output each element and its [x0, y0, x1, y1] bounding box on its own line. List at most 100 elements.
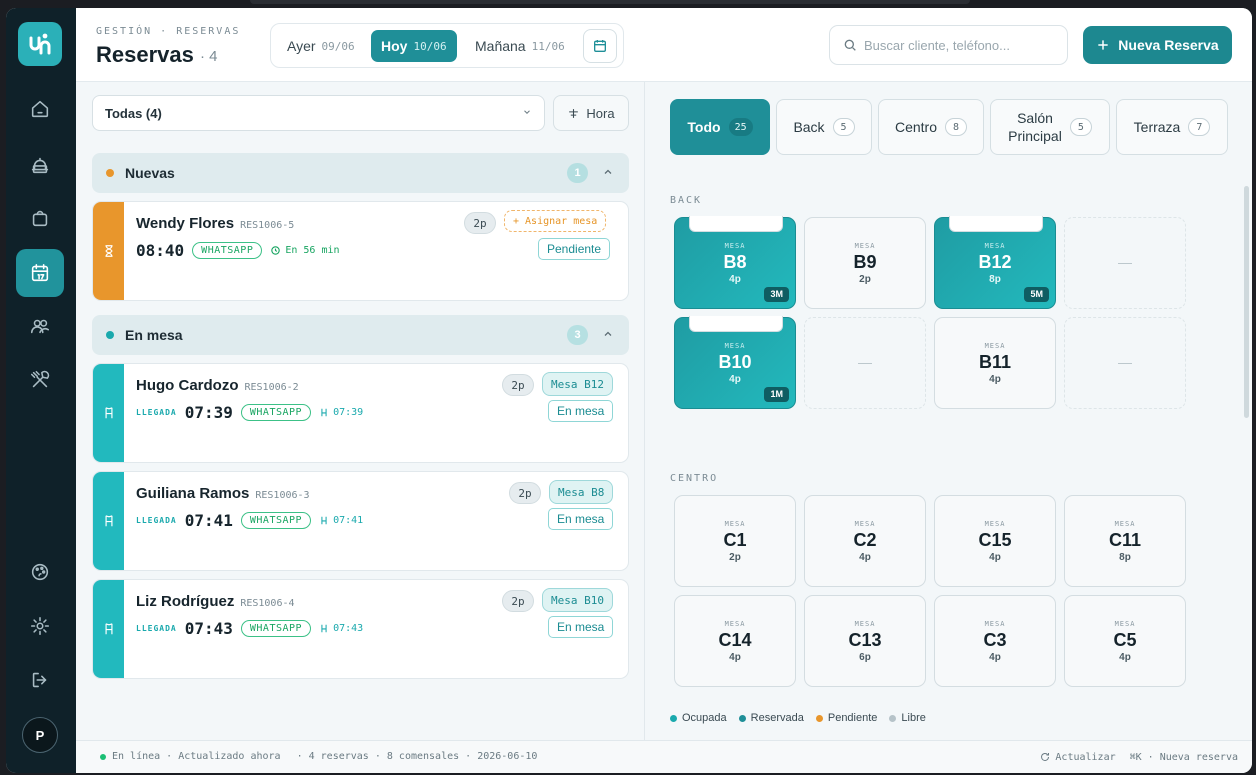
zone-tab-terraza[interactable]: Terraza 7 [1116, 99, 1228, 155]
reservation-card[interactable]: Hugo Cardozo RES1006-2 LLEGADA 07:39 WHAT… [92, 363, 629, 463]
occupancy-timer: 5M [1024, 287, 1049, 302]
seated-info: 07:41 [319, 515, 363, 526]
table-b10[interactable]: MESA B10 4p 1M [674, 316, 796, 409]
table-slot-empty: — [804, 317, 926, 409]
nav-home[interactable] [16, 85, 64, 133]
nav-logout[interactable] [16, 656, 64, 704]
zone-count: 25 [728, 118, 753, 136]
new-reservation-button[interactable]: Nueva Reserva [1083, 26, 1232, 64]
table-pill[interactable]: Mesa B12 [542, 372, 613, 396]
zone-tab-back[interactable]: Back 5 [776, 99, 872, 155]
sort-by-time-button[interactable]: Hora [553, 95, 629, 131]
scrollbar[interactable] [1244, 186, 1249, 418]
table-name: C15 [978, 530, 1012, 550]
zone-label-line1: Salón [1017, 110, 1053, 126]
refresh-button[interactable]: Actualizar [1039, 751, 1116, 763]
zone-label: Terraza [1133, 119, 1181, 135]
table-c11[interactable]: MESA C11 8p [1064, 495, 1186, 587]
table-c14[interactable]: MESA C14 4p [674, 595, 796, 687]
search-input[interactable] [864, 26, 1064, 64]
reservation-details: LLEGADA 07:43 WHATSAPP 07:43 [136, 617, 363, 639]
table-label: MESA [984, 342, 1006, 350]
reservation-card[interactable]: Wendy Flores RES1006-5 08:40 WHATSAPP En … [92, 201, 629, 301]
table-c13[interactable]: MESA C13 6p [804, 595, 926, 687]
table-pill[interactable]: Mesa B8 [549, 480, 614, 504]
zone-tab-salon-principal[interactable]: Salón Principal 5 [990, 99, 1110, 155]
sort-icon [569, 108, 579, 118]
status-button[interactable]: En mesa [548, 616, 614, 638]
table-b11[interactable]: MESA B11 4p [934, 317, 1056, 409]
chevron-up-icon[interactable] [602, 166, 614, 178]
table-name: C14 [718, 630, 752, 650]
table-capacity: 2p [729, 552, 741, 563]
nav-settings[interactable] [16, 602, 64, 650]
arrival-label: LLEGADA [136, 515, 177, 525]
party-size-pill: 2p [502, 374, 534, 396]
nav-menu[interactable] [16, 356, 64, 404]
party-size-pill: 2p [502, 590, 534, 612]
reservations-list-panel: Todas (4) Hora Nuevas 1 Wendy Flores RES1… [76, 82, 645, 740]
nav-reservations[interactable] [16, 249, 64, 297]
legend-dot [889, 714, 897, 722]
sort-label: Hora [586, 105, 615, 121]
table-capacity: 8p [1119, 552, 1131, 563]
table-c3[interactable]: MESA C3 4p [934, 595, 1056, 687]
zone-label: Centro [894, 119, 938, 135]
table-label: MESA [984, 242, 1006, 250]
legend-dot [670, 714, 677, 722]
table-c5[interactable]: MESA C5 4p [1064, 595, 1186, 687]
arrival-label: LLEGADA [136, 623, 177, 633]
table-name: B11 [978, 352, 1012, 372]
reservation-card[interactable]: Liz Rodríguez RES1006-4 LLEGADA 07:43 WHA… [92, 579, 629, 679]
section-label-back: BACK [670, 195, 703, 206]
table-b12[interactable]: MESA B12 8p 5M [934, 216, 1056, 309]
zone-tab-centro[interactable]: Centro 8 [878, 99, 984, 155]
nav-shop[interactable] [16, 194, 64, 242]
assign-table-button[interactable]: + Asignar mesa [504, 210, 607, 232]
table-label: MESA [854, 620, 876, 628]
nav-customers[interactable] [16, 302, 64, 350]
table-pill[interactable]: Mesa B10 [542, 588, 613, 612]
status-button[interactable]: En mesa [548, 400, 614, 422]
seated-time: 07:39 [333, 406, 364, 418]
chair-icon [321, 624, 327, 632]
table-c2[interactable]: MESA C2 4p [804, 495, 926, 587]
zone-label: Todo [687, 119, 721, 135]
legend-label: Ocupada [682, 712, 727, 724]
app-window: P GESTIÓN · RESERVAS Reservas · 4 Ayer 09… [6, 8, 1252, 773]
table-name: C2 [853, 530, 877, 550]
reservation-card[interactable]: Guiliana Ramos RES1006-3 LLEGADA 07:41 WH… [92, 471, 629, 571]
table-slot-empty: — [1064, 317, 1186, 409]
utensils-icon [30, 370, 50, 388]
day-yesterday[interactable]: Ayer 09/06 [277, 30, 365, 62]
table-c1[interactable]: MESA C1 2p [674, 495, 796, 587]
app-logo[interactable] [18, 22, 62, 66]
status-button[interactable]: Pendiente [538, 238, 611, 260]
table-label: MESA [724, 520, 746, 528]
status-filter-select[interactable]: Todas (4) [92, 95, 545, 131]
table-c15[interactable]: MESA C15 4p [934, 495, 1056, 587]
seated-info: 07:43 [319, 623, 363, 634]
day-label: Mañana [475, 38, 526, 54]
table-b8[interactable]: MESA B8 4p 3M [674, 216, 796, 309]
guest-name-text: Liz Rodríguez [136, 593, 235, 610]
group-header-en-mesa[interactable]: En mesa 3 [92, 315, 629, 355]
group-label: Nuevas [125, 165, 175, 181]
nav-orders[interactable] [16, 141, 64, 189]
party-size-pill: 2p [464, 212, 496, 234]
status-button[interactable]: En mesa [548, 508, 614, 530]
search-box [829, 25, 1068, 65]
day-today[interactable]: Hoy 10/06 [371, 30, 457, 62]
legend-dot [815, 714, 823, 722]
day-tomorrow[interactable]: Mañana 11/06 [465, 30, 575, 62]
group-header-nuevas[interactable]: Nuevas 1 [92, 153, 629, 193]
nav-theme[interactable] [16, 548, 64, 596]
calendar-picker-button[interactable] [583, 29, 617, 63]
table-label: MESA [984, 520, 1006, 528]
hourglass-icon [104, 245, 113, 257]
avatar[interactable]: P [22, 717, 58, 753]
zone-tab-todo[interactable]: Todo 25 [670, 99, 770, 155]
chevron-up-icon[interactable] [602, 328, 614, 340]
footer-summary: · 4 reservas · 8 comensales · 2026-06-10 [296, 751, 538, 762]
table-b9[interactable]: MESA B9 2p [804, 217, 926, 309]
